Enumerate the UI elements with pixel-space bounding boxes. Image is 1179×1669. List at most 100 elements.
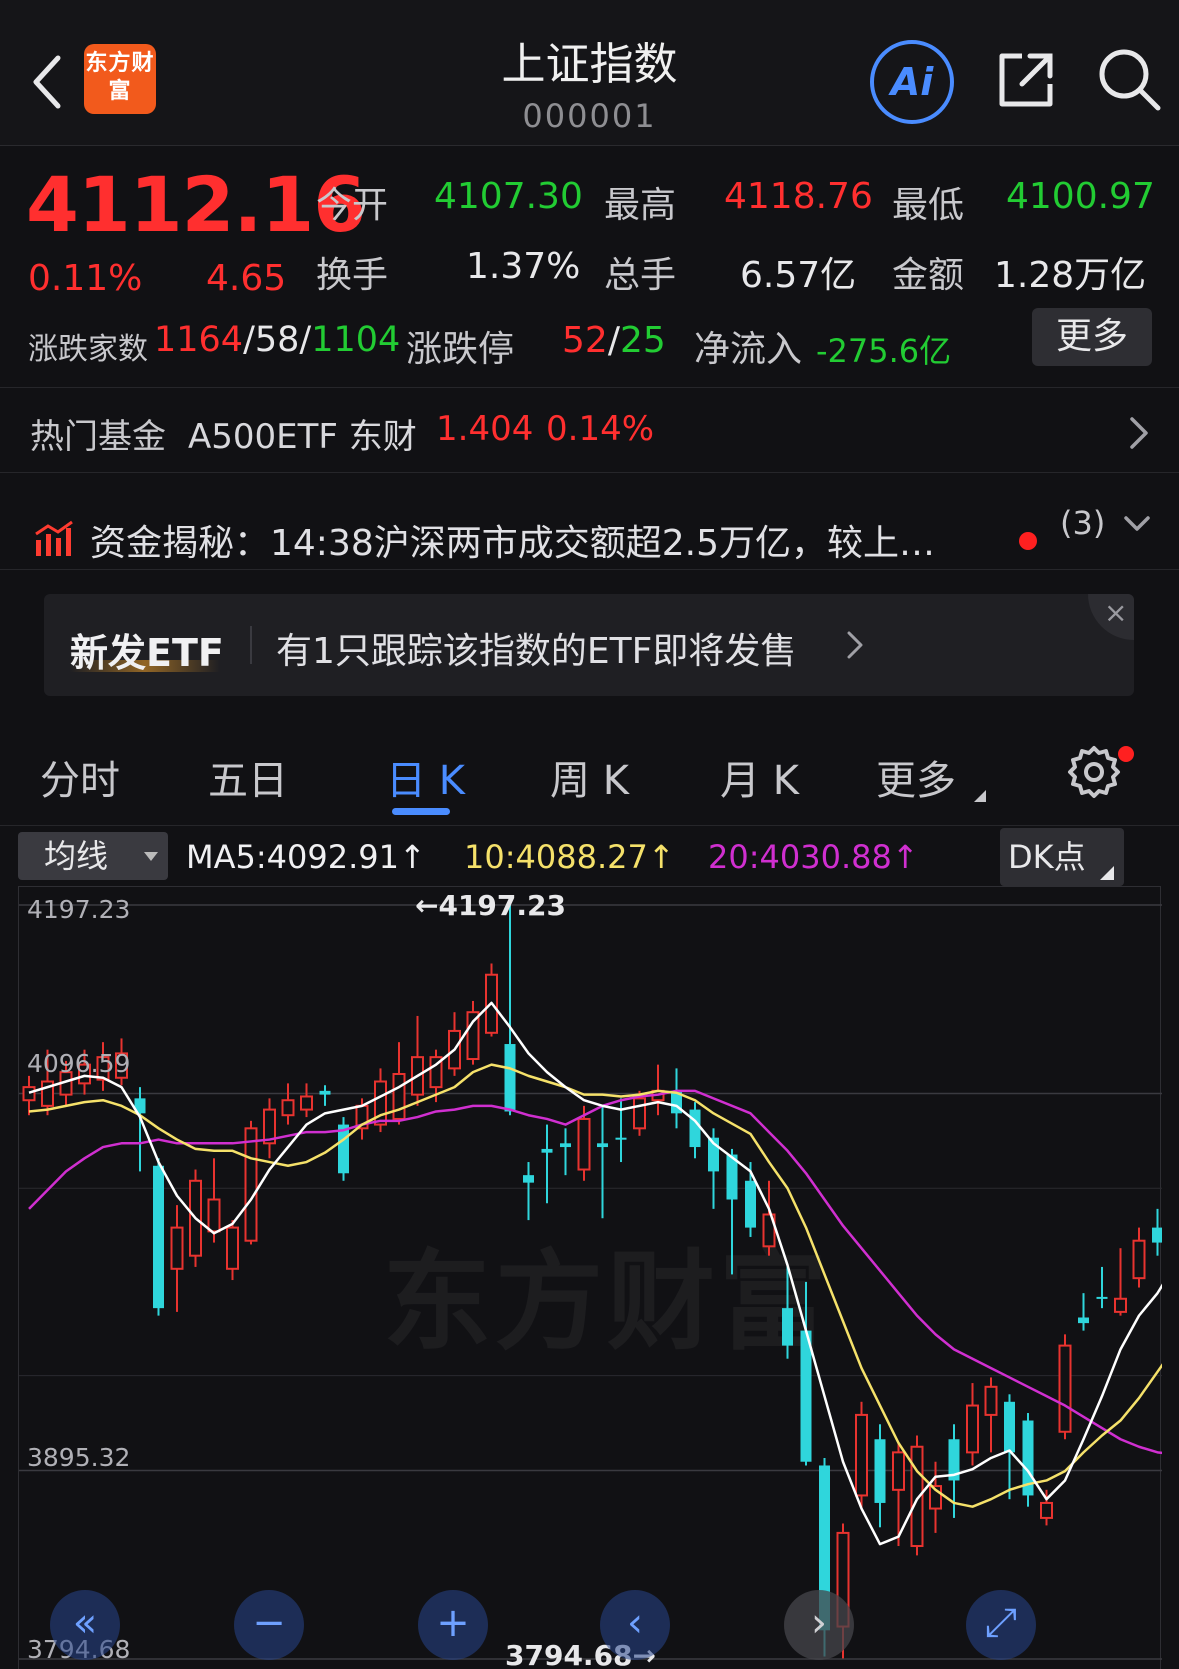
scroll-left-button[interactable]: ‹	[600, 1590, 670, 1660]
limit-up-count: 52	[562, 320, 608, 361]
candle	[1004, 1394, 1015, 1500]
candle	[22, 1075, 36, 1116]
ma20-value: 20:4030.88↑	[708, 838, 919, 876]
max-price-annotation: ←4197.23	[415, 889, 566, 922]
candle	[319, 1085, 331, 1106]
candle	[170, 1205, 184, 1312]
ma10-line	[28, 1063, 1162, 1508]
close-icon: ×	[1104, 596, 1128, 629]
candle	[244, 1120, 258, 1245]
candle	[485, 963, 498, 1037]
active-tab-indicator	[392, 808, 450, 815]
change-percent: 0.11%	[28, 258, 143, 299]
candle	[984, 1377, 998, 1453]
news-ticker[interactable]: 资金揭秘：14:38沪深两市成交额超2.5万亿，较上… (3)	[0, 474, 1179, 570]
net-inflow-value: -275.6亿	[816, 332, 952, 370]
candle	[855, 1401, 868, 1509]
candlestick-chart[interactable]: 东方财富 4197.23 4096.59 3895.32 3794.68 ←41…	[18, 886, 1162, 1669]
search-icon[interactable]	[1096, 46, 1162, 112]
ma10-value: 10:4088.27↑	[464, 838, 675, 876]
chevron-right-icon	[1130, 417, 1148, 449]
turnover-label: 换手	[316, 255, 389, 296]
kline-svg[interactable]	[19, 887, 1162, 1669]
candle	[800, 1281, 812, 1466]
tab-intraday[interactable]: 分时	[40, 748, 120, 806]
fund-percent: 0.14%	[546, 409, 655, 449]
fund-flow-icon	[35, 520, 73, 556]
candle	[1058, 1334, 1072, 1440]
dk-caret	[1100, 866, 1114, 880]
more-quote-button[interactable]: 更多	[1032, 308, 1152, 366]
ai-assistant-button[interactable]: Ai	[870, 40, 954, 124]
turnover-value: 1.37%	[466, 246, 581, 287]
candle	[1078, 1293, 1089, 1331]
limit-label: 涨跌停	[406, 329, 515, 370]
limit-down-count: 25	[619, 320, 666, 361]
etf-banner-title: 新发ETF	[70, 631, 224, 675]
fullscreen-button[interactable]: ⤢	[966, 1590, 1036, 1660]
candle	[726, 1148, 738, 1275]
etf-banner-text: 有1只跟踪该指数的ETF即将发售	[276, 631, 797, 672]
tab-five-day[interactable]: 五日	[208, 748, 288, 806]
zoom-out-button[interactable]: −	[234, 1590, 304, 1660]
unread-dot	[1019, 532, 1037, 550]
candle	[300, 1083, 313, 1118]
candle	[541, 1124, 553, 1204]
candle	[966, 1383, 979, 1466]
hot-fund-row[interactable]: 热门基金 A500ETF 东财 1.404 0.14%	[0, 389, 1179, 473]
share-icon[interactable]	[994, 48, 1058, 112]
quote-panel: 4112.16 0.11% 4.65 今开 4107.30 最高 4118.76…	[0, 146, 1179, 388]
amount-value: 1.28万亿	[994, 255, 1147, 296]
change-amount: 4.65	[206, 258, 287, 299]
y-axis-label-lower: 3895.32	[27, 1443, 131, 1472]
scroll-right-button[interactable]: ›	[784, 1590, 854, 1660]
separator: /	[299, 320, 312, 360]
fund-name: A500ETF 东财	[188, 417, 417, 457]
news-headline[interactable]: 资金揭秘：14:38沪深两市成交额超2.5万亿，较上…	[90, 514, 935, 566]
high-label: 最高	[604, 185, 677, 226]
indicator-select[interactable]: 均线	[18, 832, 168, 880]
indicator-select-label: 均线	[44, 837, 109, 875]
news-count: (3)	[1060, 504, 1106, 542]
decline-count: 1104	[311, 320, 401, 360]
advance-decline-counts: 1164/58/1104	[154, 320, 400, 360]
separator: /	[607, 320, 620, 361]
settings-gear-icon[interactable]	[1066, 744, 1122, 800]
dk-point-button[interactable]: DK点	[1000, 828, 1124, 886]
high-value: 4118.76	[724, 176, 873, 217]
candle	[226, 1220, 239, 1281]
candle	[523, 1162, 534, 1221]
new-etf-banner[interactable]: 新发ETF 有1只跟踪该指数的ETF即将发售 ×	[44, 594, 1134, 696]
close-banner-button[interactable]: ×	[1088, 594, 1134, 640]
candle	[281, 1083, 295, 1125]
tab-monthly-k[interactable]: 月 K	[720, 748, 799, 806]
volume-label: 总手	[604, 255, 677, 296]
candle	[504, 905, 516, 1116]
candle	[263, 1098, 276, 1159]
chevron-down-icon[interactable]	[1122, 512, 1152, 536]
chevron-right-icon	[847, 631, 863, 659]
tab-more[interactable]: 更多	[876, 748, 956, 806]
divider	[250, 626, 252, 664]
net-inflow-label: 净流入	[694, 329, 803, 370]
dropdown-indicator	[974, 790, 986, 802]
moving-average-legend: 均线 MA5:4092.91↑ 10:4088.27↑ 20:4030.88↑ …	[0, 828, 1179, 888]
open-label: 今开	[316, 185, 389, 226]
zoom-in-button[interactable]: +	[418, 1590, 488, 1660]
low-label: 最低	[892, 185, 965, 226]
candle	[1096, 1266, 1108, 1309]
scroll-left-fast-button[interactable]: «	[50, 1590, 120, 1660]
limit-counts: 52/25	[562, 320, 666, 361]
low-value: 4100.97	[1006, 176, 1155, 217]
candle	[1152, 1208, 1162, 1256]
candle	[929, 1461, 942, 1533]
candle	[153, 1158, 164, 1316]
current-price: 4112.16	[26, 160, 366, 249]
candle	[874, 1424, 886, 1528]
dk-point-label: DK点	[1008, 838, 1086, 876]
tab-weekly-k[interactable]: 周 K	[550, 748, 629, 806]
fund-price: 1.404	[436, 409, 534, 449]
flat-count: 58	[254, 320, 300, 360]
tab-daily-k[interactable]: 日 K	[386, 748, 465, 806]
y-axis-label-max: 4197.23	[27, 895, 131, 924]
